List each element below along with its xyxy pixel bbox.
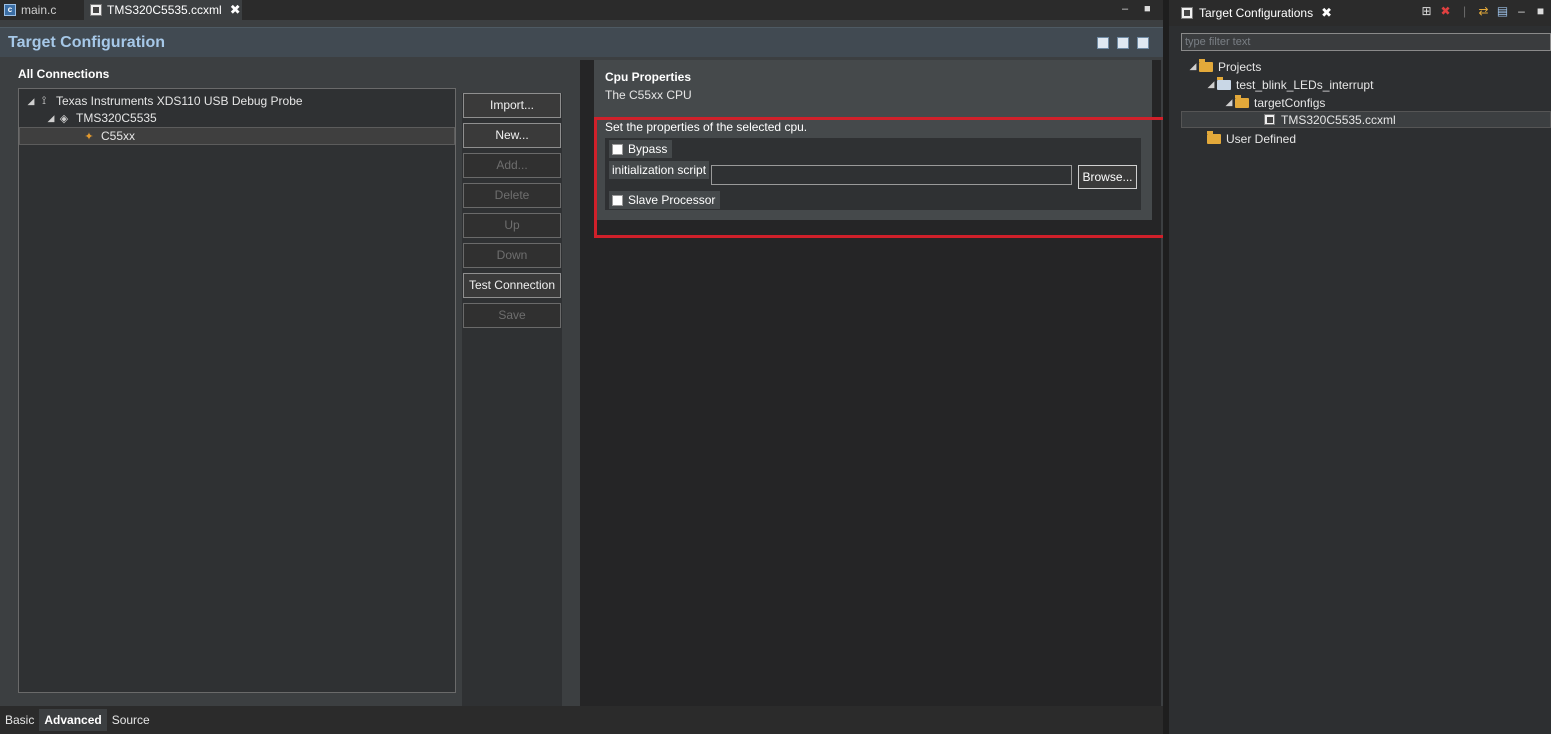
ccxml-file-icon: [90, 4, 102, 16]
import-button[interactable]: Import...: [463, 93, 561, 118]
chip-icon: ◈: [59, 112, 69, 125]
expand-arrow-icon[interactable]: ◢: [1223, 97, 1235, 108]
delete-button[interactable]: Delete: [463, 183, 561, 208]
view-tab-target-configurations[interactable]: Target Configurations ✖: [1181, 5, 1332, 21]
tab-main-c[interactable]: c main.c: [4, 0, 76, 20]
test-connection-button[interactable]: Test Connection: [463, 273, 561, 298]
target-config-icon: [1181, 7, 1193, 19]
ccxml-file-icon: [1264, 114, 1275, 125]
cpu-properties-section: Cpu Properties The C55xx CPU Set the pro…: [594, 60, 1152, 220]
refresh-icon[interactable]: ⇄: [1477, 5, 1490, 18]
cpu-icon: ✦: [84, 130, 94, 143]
minimize-icon[interactable]: –: [1515, 5, 1528, 18]
up-button[interactable]: Up: [463, 213, 561, 238]
slave-processor-checkbox-row[interactable]: Slave Processor: [609, 191, 721, 209]
project-icon: [1217, 76, 1231, 90]
tree-item-label: TMS320C5535.ccxml: [1281, 112, 1396, 127]
folder-icon: [1207, 130, 1221, 144]
page-title: Target Configuration: [8, 34, 166, 51]
cpu-properties-form: Bypass initialization script Browse... S…: [605, 138, 1141, 210]
filter-input[interactable]: type filter text: [1181, 33, 1551, 51]
view-toolbar: ⊞ ✖ | ⇄ ▤ – ■: [1420, 5, 1547, 18]
close-icon[interactable]: ✖: [1321, 5, 1332, 21]
folder-icon: [1199, 58, 1213, 72]
target-configurations-view: Target Configurations ✖ ⊞ ✖ | ⇄ ▤ – ■ ty…: [1169, 0, 1551, 734]
layout-horizontal-icon[interactable]: [1097, 37, 1109, 49]
tab-source[interactable]: Source: [107, 709, 155, 731]
connections-panel: All Connections ◢ ⟟ Texas Instruments XD…: [0, 60, 580, 706]
tree-item-label: User Defined: [1226, 131, 1297, 146]
init-script-input[interactable]: [711, 165, 1072, 185]
layout-vertical-icon[interactable]: [1117, 37, 1129, 49]
view-tab-strip: Target Configurations ✖ ⊞ ✖ | ⇄ ▤ – ■: [1169, 0, 1551, 26]
tab-ccxml[interactable]: TMS320C5535.ccxml ✖: [84, 0, 242, 20]
tree-item-targetconfigs[interactable]: ◢ targetConfigs: [1223, 94, 1325, 111]
expand-arrow-icon[interactable]: ◢: [45, 113, 57, 124]
minimize-icon[interactable]: –: [1122, 3, 1128, 15]
tree-item-ccxml[interactable]: TMS320C5535.ccxml: [1181, 111, 1551, 128]
close-icon[interactable]: ✖: [230, 2, 241, 18]
pane-divider[interactable]: [565, 60, 579, 706]
c-file-icon: c: [4, 4, 16, 16]
target-config-editor: Target Configuration All Connections ◢ ⟟…: [0, 20, 1163, 734]
tree-item-label: C55xx: [101, 129, 136, 143]
set-properties-text: Set the properties of the selected cpu.: [605, 120, 808, 134]
editor-bottom-tabs: Basic Advanced Source: [0, 706, 1163, 734]
folder-icon: [1235, 94, 1249, 108]
bypass-checkbox-row[interactable]: Bypass: [609, 140, 673, 158]
tree-item-probe[interactable]: ◢ ⟟ Texas Instruments XDS110 USB Debug P…: [25, 92, 303, 110]
down-button[interactable]: Down: [463, 243, 561, 268]
delete-icon[interactable]: ✖: [1439, 5, 1452, 18]
tab-advanced[interactable]: Advanced: [39, 709, 107, 731]
connection-buttons: Import... New... Add... Delete Up Down T…: [462, 93, 562, 706]
expand-arrow-icon[interactable]: ◢: [1205, 79, 1217, 90]
bypass-label: Bypass: [628, 142, 668, 156]
editor-tab-strip: c main.c TMS320C5535.ccxml ✖ – ■: [0, 0, 1163, 20]
connections-tree[interactable]: ◢ ⟟ Texas Instruments XDS110 USB Debug P…: [18, 88, 456, 693]
properties-area: Cpu Properties The C55xx CPU Set the pro…: [580, 60, 1161, 706]
separator-icon: |: [1462, 4, 1467, 18]
tab-label: main.c: [21, 3, 57, 17]
expand-arrow-icon[interactable]: ◢: [1187, 61, 1199, 72]
init-script-label: initialization script: [609, 161, 710, 179]
tree-item-cpu[interactable]: ✦ C55xx: [19, 127, 455, 145]
layout-single-icon[interactable]: [1137, 37, 1149, 49]
tree-item-label: TMS320C5535: [76, 111, 157, 125]
maximize-icon[interactable]: ■: [1534, 5, 1547, 18]
tree-item-user-defined[interactable]: User Defined: [1207, 130, 1296, 147]
tree-item-device[interactable]: ◢ ◈ TMS320C5535: [45, 109, 157, 127]
title-toolbar: [1097, 37, 1149, 49]
slave-processor-label: Slave Processor: [628, 193, 716, 207]
title-bar: Target Configuration: [0, 27, 1163, 57]
add-button[interactable]: Add...: [463, 153, 561, 178]
tree-item-projects[interactable]: ◢ Projects: [1187, 58, 1261, 75]
collapse-all-icon[interactable]: ▤: [1496, 5, 1509, 18]
new-button[interactable]: New...: [463, 123, 561, 148]
view-title: Target Configurations: [1199, 6, 1314, 20]
tab-basic[interactable]: Basic: [0, 709, 39, 731]
tree-item-label: test_blink_LEDs_interrupt: [1236, 77, 1374, 92]
tree-item-project[interactable]: ◢ test_blink_LEDs_interrupt: [1205, 76, 1373, 93]
slave-processor-checkbox[interactable]: [612, 194, 623, 206]
connections-heading: All Connections: [18, 67, 110, 81]
maximize-icon[interactable]: ■: [1144, 3, 1151, 15]
bypass-checkbox[interactable]: [612, 143, 623, 155]
tree-item-label: Projects: [1218, 59, 1262, 74]
save-button[interactable]: Save: [463, 303, 561, 328]
tab-label: TMS320C5535.ccxml: [107, 3, 222, 17]
new-config-icon[interactable]: ⊞: [1420, 5, 1433, 18]
cpu-description: The C55xx CPU: [605, 88, 692, 102]
expand-arrow-icon[interactable]: ◢: [25, 96, 37, 107]
tree-item-label: Texas Instruments XDS110 USB Debug Probe: [56, 94, 303, 108]
cpu-properties-title: Cpu Properties: [605, 70, 692, 84]
browse-button[interactable]: Browse...: [1078, 165, 1137, 189]
probe-icon: ⟟: [41, 94, 47, 107]
tree-item-label: targetConfigs: [1254, 95, 1326, 110]
